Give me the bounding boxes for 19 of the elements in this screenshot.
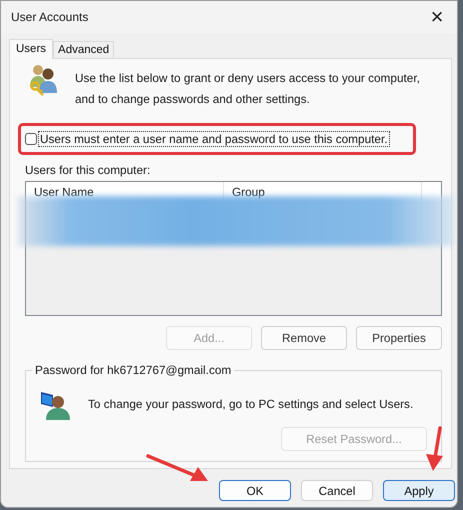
annotation-arrow — [146, 452, 210, 484]
password-info-text: To change your password, go to PC settings and select Users. — [88, 397, 414, 411]
intro-text: Use the list below to grant or deny users access to your computer, and to change passwords and other settings. — [75, 70, 421, 108]
annotation-arrow — [424, 426, 446, 472]
user-computer-icon — [40, 389, 72, 421]
dialog-button[interactable]: Cancel — [301, 480, 373, 501]
list-button[interactable]: Remove — [261, 326, 347, 350]
dialog-button[interactable]: Apply — [383, 480, 455, 501]
checkbox[interactable] — [25, 133, 37, 145]
tab[interactable]: Users — [9, 39, 54, 59]
list-button[interactable]: Properties — [356, 326, 442, 350]
users-key-icon — [27, 63, 59, 97]
users-label: Users for this computer: — [25, 163, 152, 177]
close-button[interactable]: × — [417, 1, 457, 33]
group-title: Password for hk6712767@gmail.com — [32, 363, 234, 377]
checkbox-label[interactable]: Users must enter a user name and password to use this computer. — [39, 132, 389, 146]
tab[interactable]: Advanced — [53, 41, 114, 58]
dialog-button[interactable]: OK — [219, 480, 291, 501]
window-title: User Accounts — [11, 10, 88, 24]
